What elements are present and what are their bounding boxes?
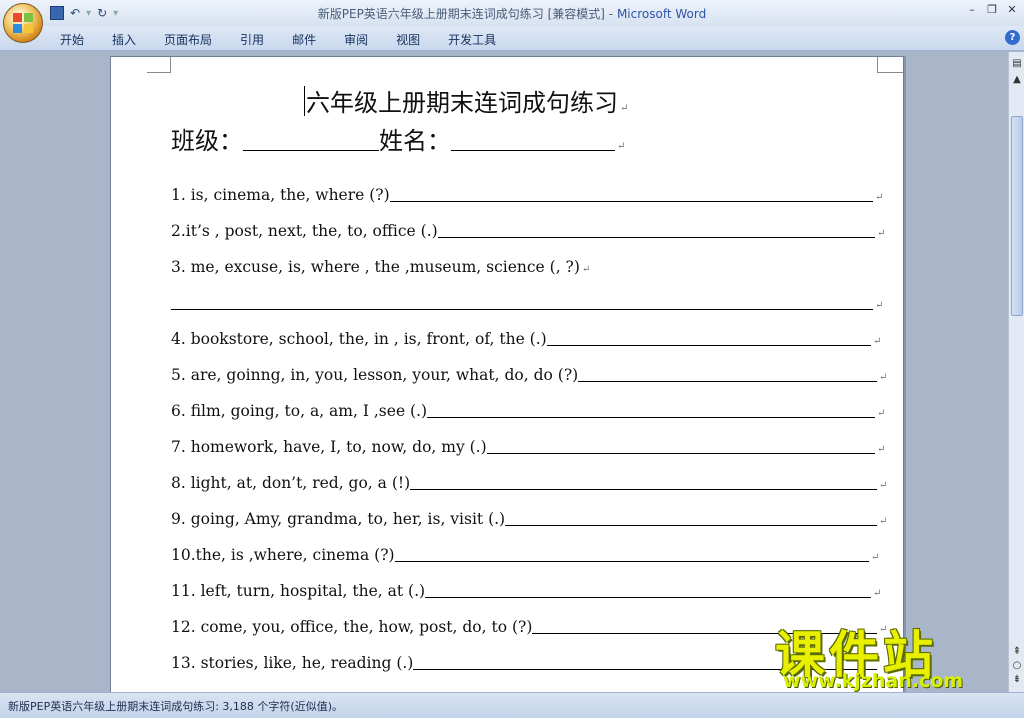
paragraph-mark: ↵ [871,552,880,563]
document-workspace: 六年级上册期末连词成句练习 ↵ 班级： 姓名： ↵ 1. is, cinema, th… [0,52,1008,692]
answer-blank [394,546,869,562]
tab-page-layout[interactable]: 页面布局 [152,30,224,49]
question-text: 3. me, excuse, is, where , the ,museum, … [171,258,580,276]
paragraph-mark: ↵ [875,300,884,311]
title-bar: ↶ ▾ ↻ ▾ 新版PEP英语六年级上册期末连词成句练习 [兼容模式] - Mi… [0,0,1024,26]
watermark-logo: 课件站 www.kjzhan.com [775,615,1007,695]
tab-references[interactable]: 引用 [228,30,276,49]
next-page-icon[interactable]: ⇟ [1011,674,1023,686]
text-cursor [304,86,305,116]
tab-insert[interactable]: 插入 [100,30,148,49]
name-blank [451,125,615,151]
tab-mailings[interactable]: 邮件 [280,30,328,49]
answer-blank [389,186,873,202]
answer-blank [578,366,877,382]
paragraph-mark: ↵ [877,444,886,455]
tab-home[interactable]: 开始 [48,30,96,49]
tab-view[interactable]: 视图 [384,30,432,49]
question-line[interactable]: 8. light, at, don’t, red, go, a (!) ↵ [171,473,887,495]
tab-developer[interactable]: 开发工具 [436,30,508,49]
help-icon[interactable]: ? [1005,30,1020,45]
name-label: 姓名： [379,127,451,155]
question-line[interactable]: 4. bookstore, school, the, in , is, fron… [171,329,881,351]
question-text: 10.the, is ,where, cinema (?) [171,546,395,564]
window-controls: – ❐ ✕ [966,3,1018,16]
class-name-line: 班级： 姓名： ↵ [171,125,626,155]
answer-blank [546,330,871,346]
question-line[interactable]: 5. are, goinng, in, you, lesson, your, w… [171,365,887,387]
paragraph-mark: ↵ [877,408,886,419]
close-icon[interactable]: ✕ [1006,3,1018,16]
paragraph-mark: ↵ [873,588,882,599]
office-logo-icon [13,13,35,35]
vertical-scrollbar[interactable]: ▤ ▲ ⇞ ○ ⇟ [1008,52,1024,692]
question-line[interactable]: 3. me, excuse, is, where , the ,museum, … [171,257,590,279]
document-title: 六年级上册期末连词成句练习 ↵ [304,83,628,118]
paragraph-mark: ↵ [877,228,886,239]
class-blank [243,125,379,151]
paragraph-mark: ↵ [875,192,884,203]
question-text: 2.it’s , post, next, the, to, office (.) [171,222,438,240]
question-line[interactable]: 10.the, is ,where, cinema (?) ↵ [171,545,879,567]
question-line[interactable]: 2.it’s , post, next, the, to, office (.)… [171,221,885,243]
office-button[interactable] [3,3,43,43]
question-text: 4. bookstore, school, the, in , is, fron… [171,330,547,348]
crop-mark [877,57,903,73]
status-bar: 新版PEP英语六年级上册期末连词成句练习: 3,188 个字符(近似值)。 [0,692,1024,718]
question-line[interactable]: 7. homework, have, I, to, now, do, my (.… [171,437,885,459]
restore-icon[interactable]: ❐ [986,3,998,16]
crop-mark [147,57,171,73]
paragraph-mark: ↵ [879,480,888,491]
answer-blank [486,438,875,454]
answer-blank [425,582,871,598]
answer-blank [505,510,877,526]
question-text: 5. are, goinng, in, you, lesson, your, w… [171,366,579,384]
ribbon-tabs: 开始 插入 页面布局 引用 邮件 审阅 视图 开发工具 [48,30,512,49]
answer-blank [171,294,873,310]
class-label: 班级： [171,127,243,155]
previous-page-icon[interactable]: ⇞ [1011,646,1023,658]
question-line[interactable]: ↵ [171,293,883,315]
question-text: 6. film, going, to, a, am, I ,see (.) [171,402,428,420]
scroll-up-icon[interactable]: ▲ [1011,74,1023,86]
answer-blank [427,402,875,418]
word-count-status[interactable]: 新版PEP英语六年级上册期末连词成句练习: 3,188 个字符(近似值)。 [8,698,343,714]
question-text: 13. stories, like, he, reading (.) [171,654,414,672]
paragraph-mark: ↵ [879,372,888,383]
document-page[interactable]: 六年级上册期末连词成句练习 ↵ 班级： 姓名： ↵ 1. is, cinema, th… [110,56,904,692]
select-browse-object-icon[interactable]: ○ [1011,660,1023,672]
question-line[interactable]: 11. left, turn, hospital, the, at (.) ↵ [171,581,881,603]
question-line[interactable]: 9. going, Amy, grandma, to, her, is, vis… [171,509,887,531]
question-text: 7. homework, have, I, to, now, do, my (.… [171,438,487,456]
watermark-url: www.kjzhan.com [783,670,964,692]
question-text: 1. is, cinema, the, where (?) [171,186,390,204]
paragraph-mark: ↵ [581,264,591,275]
answer-blank [437,222,875,238]
ruler-toggle-icon[interactable]: ▤ [1011,58,1023,70]
ribbon: 开始 插入 页面布局 引用 邮件 审阅 视图 开发工具 ? [0,26,1024,51]
question-line[interactable]: 1. is, cinema, the, where (?) ↵ [171,185,883,207]
scrollbar-thumb[interactable] [1011,116,1023,316]
minimize-icon[interactable]: – [966,3,978,16]
question-text: 12. come, you, office, the, how, post, d… [171,618,533,636]
paragraph-mark: ↵ [873,336,882,347]
question-line[interactable]: 6. film, going, to, a, am, I ,see (.) ↵ [171,401,885,423]
question-line[interactable]: 13. stories, like, he, reading (.) [171,653,877,675]
question-text: 8. light, at, don’t, red, go, a (!) [171,474,411,492]
tab-review[interactable]: 审阅 [332,30,380,49]
question-text: 9. going, Amy, grandma, to, her, is, vis… [171,510,506,528]
answer-blank [410,474,877,490]
paragraph-mark: ↵ [879,516,888,527]
window-title: 新版PEP英语六年级上册期末连词成句练习 [兼容模式] - Microsoft … [317,7,707,21]
question-text: 11. left, turn, hospital, the, at (.) [171,582,426,600]
